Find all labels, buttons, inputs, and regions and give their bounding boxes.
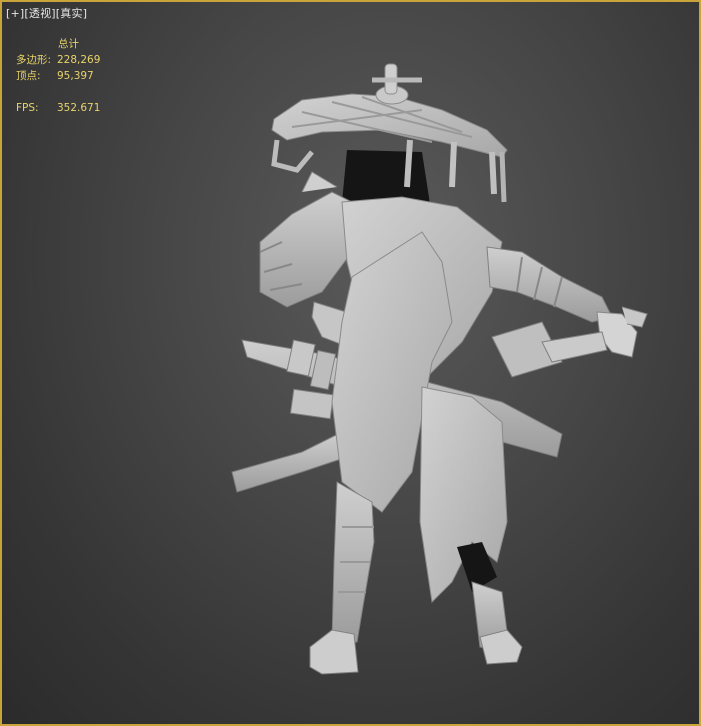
3d-viewport[interactable]: [+][透视][真实] 总计 多边形: 228,269 顶点: 95,397 FPS…: [0, 0, 701, 726]
sword-lower-shape: [231, 388, 348, 493]
character-model-render[interactable]: [2, 2, 699, 724]
